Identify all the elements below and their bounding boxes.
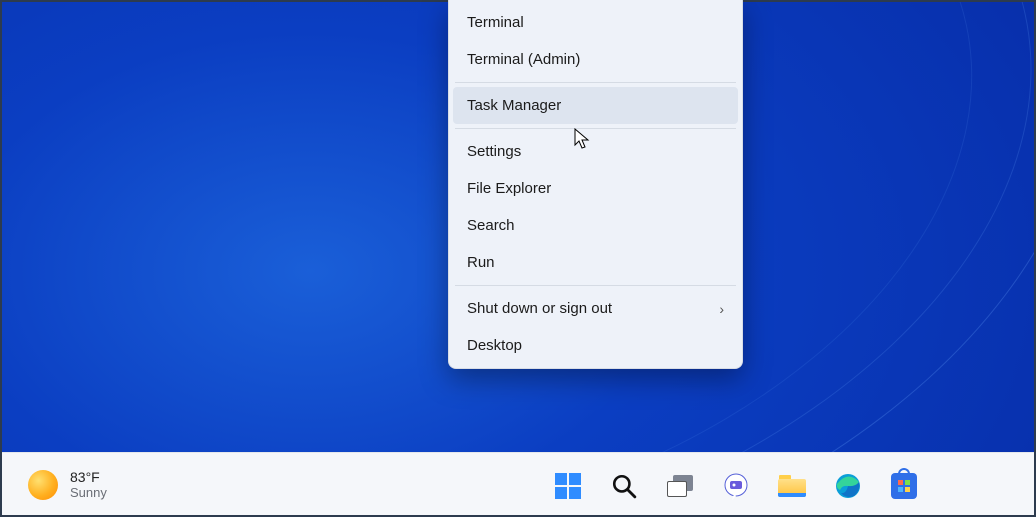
edge-icon [834,472,862,500]
menu-item-label: Run [467,254,495,271]
store-button[interactable] [884,466,924,506]
menu-item-label: Search [467,217,515,234]
search-icon [611,473,637,499]
menu-item-label: Settings [467,143,521,160]
taskbar-icons [548,453,924,517]
taskbar: 83°F Sunny [0,452,1036,517]
menu-separator [455,285,736,286]
menu-item-task-manager[interactable]: Task Manager [453,87,738,124]
weather-condition: Sunny [70,486,107,501]
menu-separator [455,82,736,83]
desktop[interactable]: Terminal Terminal (Admin) Task Manager S… [0,0,1036,452]
weather-widget[interactable]: 83°F Sunny [28,469,107,500]
menu-item-label: File Explorer [467,180,551,197]
menu-item-terminal-admin[interactable]: Terminal (Admin) [453,41,738,78]
menu-item-label: Terminal [467,14,524,31]
menu-item-label: Task Manager [467,97,561,114]
store-icon [891,473,917,499]
menu-item-label: Shut down or sign out [467,300,612,317]
weather-temp: 83°F [70,469,107,485]
chevron-right-icon: › [719,301,724,317]
menu-item-settings[interactable]: Settings [453,133,738,170]
edge-button[interactable] [828,466,868,506]
menu-item-file-explorer[interactable]: File Explorer [453,170,738,207]
menu-item-desktop[interactable]: Desktop [453,327,738,364]
menu-item-terminal[interactable]: Terminal [453,4,738,41]
menu-item-label: Desktop [467,337,522,354]
search-button[interactable] [604,466,644,506]
task-view-button[interactable] [660,466,700,506]
task-view-icon [667,475,693,497]
file-explorer-button[interactable] [772,466,812,506]
chat-button[interactable] [716,466,756,506]
file-explorer-icon [778,475,806,497]
menu-item-search[interactable]: Search [453,207,738,244]
menu-separator [455,128,736,129]
start-icon [555,473,581,499]
menu-item-label: Terminal (Admin) [467,51,580,68]
menu-item-shutdown[interactable]: Shut down or sign out › [453,290,738,327]
winx-context-menu: Terminal Terminal (Admin) Task Manager S… [448,0,743,369]
weather-text: 83°F Sunny [70,469,107,500]
chat-icon [722,472,750,500]
sun-icon [28,470,58,500]
menu-item-run[interactable]: Run [453,244,738,281]
start-button[interactable] [548,466,588,506]
